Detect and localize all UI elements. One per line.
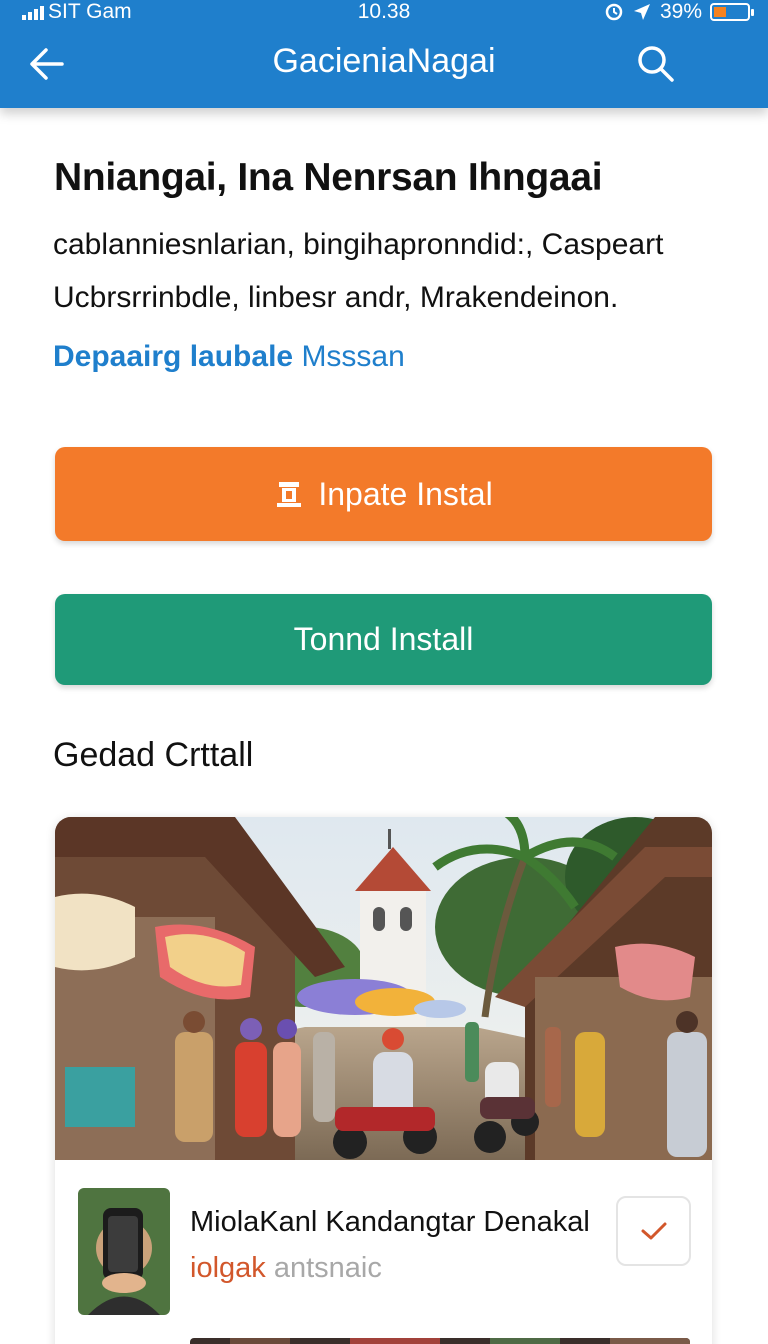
item-subtitle-muted: antsnaic (273, 1252, 382, 1284)
link-rest-text: Msssan (301, 340, 405, 373)
checkmark-icon (641, 1222, 666, 1240)
status-right: 39% (604, 0, 754, 24)
building-icon (277, 482, 302, 507)
details-link[interactable]: Depaairg laubale Msssan (53, 340, 405, 374)
install-primary-label: Inpate Instal (318, 475, 493, 512)
status-bar: SIT Gam 10.38 39% (0, 0, 768, 24)
featured-card[interactable]: MiolaKanl Kandangtar Denakal iolgak ants… (55, 817, 712, 1344)
battery-percent: 39% (659, 0, 702, 23)
page-headline: Nniangai, Ina Nenrsan Ihngaai (54, 156, 603, 199)
search-icon[interactable] (632, 40, 680, 88)
install-primary-button[interactable]: Inpate Instal (55, 447, 712, 541)
market-street-photo (55, 817, 712, 1160)
app-bar: SIT Gam 10.38 39% GacieniaNagai (0, 0, 768, 108)
alarm-icon (605, 3, 623, 21)
person-phone-thumbnail (78, 1188, 170, 1315)
item-subtitle: iolgak antsnaic (190, 1252, 382, 1285)
item-title: MiolaKanl Kandangtar Denakal (190, 1206, 590, 1238)
description-line-2: Ucbrsrrinbdle, linbesr andr, Mrakendeino… (53, 281, 619, 314)
next-item-image-strip (190, 1338, 690, 1344)
location-icon (633, 4, 650, 20)
link-strong-text: Depaairg laubale (53, 340, 294, 373)
install-secondary-button[interactable]: Tonnd Install (55, 594, 712, 685)
install-secondary-label: Tonnd Install (293, 621, 474, 657)
item-subtitle-accent: iolgak (190, 1252, 266, 1284)
page-description: cablanniesnlarian, bingihapronndid:, Cas… (53, 218, 713, 324)
battery-icon (710, 3, 754, 21)
section-title: Gedad Crttall (53, 736, 254, 774)
select-check-button[interactable] (616, 1196, 691, 1266)
card-list-item[interactable]: MiolaKanl Kandangtar Denakal iolgak ants… (55, 1160, 712, 1344)
battery-fill (714, 7, 726, 17)
description-line-1: cablanniesnlarian, bingihapronndid:, Cas… (53, 228, 664, 261)
